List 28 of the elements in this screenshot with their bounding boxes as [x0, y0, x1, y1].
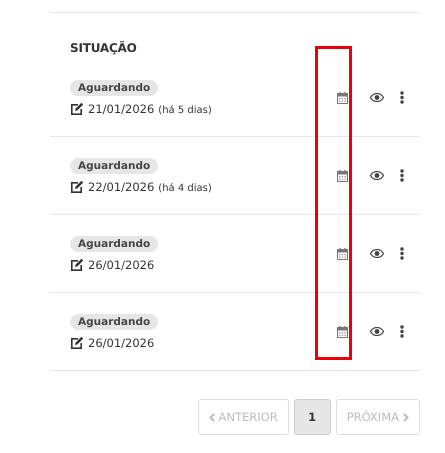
page-button[interactable]: 1	[294, 399, 331, 435]
chevron-left-icon	[208, 412, 214, 422]
date-text: 26/01/2026	[88, 258, 154, 272]
more-options-icon[interactable]	[400, 247, 404, 260]
eye-icon[interactable]	[370, 327, 384, 336]
calendar-icon[interactable]	[337, 248, 348, 260]
calendar-icon[interactable]	[337, 326, 348, 338]
status-badge: Aguardando	[70, 80, 158, 96]
calendar-icon[interactable]	[337, 170, 348, 182]
status-badge: Aguardando	[70, 236, 158, 252]
more-options-icon[interactable]	[400, 91, 404, 104]
date-text: 26/01/2026	[88, 336, 154, 350]
status-badge: Aguardando	[70, 158, 158, 174]
edit-icon	[70, 336, 84, 349]
more-options-icon[interactable]	[400, 325, 404, 338]
edit-icon	[70, 258, 84, 271]
edit-icon	[70, 102, 84, 115]
chevron-right-icon	[403, 412, 409, 422]
date-text: 22/01/2026 (há 4 dias)	[88, 180, 212, 194]
eye-icon[interactable]	[370, 171, 384, 180]
date-text: 21/01/2026 (há 5 dias)	[88, 102, 212, 116]
column-header: SITUAÇÃO	[70, 41, 137, 55]
edit-icon	[70, 180, 84, 193]
eye-icon[interactable]	[370, 93, 384, 102]
more-options-icon[interactable]	[400, 169, 404, 182]
status-badge: Aguardando	[70, 314, 158, 330]
calendar-icon[interactable]	[337, 92, 348, 104]
eye-icon[interactable]	[370, 249, 384, 258]
